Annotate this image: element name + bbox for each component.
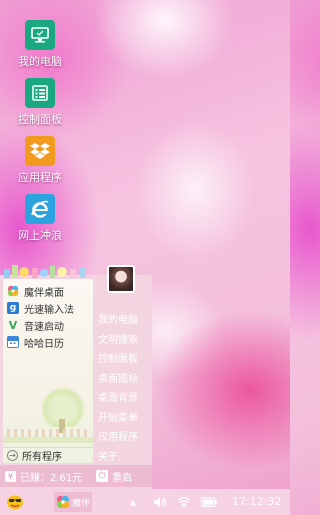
start-menu: 魔伴桌面 g 光速输入法 V 音速启动 哈哈日历 → 所有程序 我的电脑 文明搜… <box>0 265 152 489</box>
desktop-icon-label: 应用程序 <box>18 171 62 184</box>
ie-icon <box>25 194 55 224</box>
restart-label: 重启 <box>112 472 132 484</box>
list-icon <box>25 78 55 108</box>
desktop-icon-control-panel[interactable]: 控制面板 <box>0 78 80 127</box>
user-avatar[interactable] <box>107 265 135 293</box>
arrow-right-icon: → <box>7 450 18 461</box>
link-start-menu[interactable]: 开始菜单 <box>98 409 150 429</box>
tray-volume-icon[interactable] <box>153 489 167 515</box>
taskbar-app-moban[interactable]: 魔伴 <box>54 492 92 512</box>
app-item-label: 哈哈日历 <box>24 338 64 350</box>
calendar-icon <box>7 336 19 348</box>
earnings-label: 已赚：2.61元 <box>20 472 83 484</box>
desktop-icon-label: 网上冲浪 <box>18 229 62 242</box>
link-applications[interactable]: 应用程序 <box>98 428 150 448</box>
taskbar-clock: 17:12:32 <box>232 495 282 508</box>
restart-button[interactable]: ⏻ 重启 <box>96 469 132 484</box>
monitor-icon <box>25 20 55 50</box>
g-keyboard-icon: g <box>7 302 19 314</box>
link-control-panel[interactable]: 控制面板 <box>98 350 150 370</box>
desktop-icon-internet[interactable]: 网上冲浪 <box>0 194 80 243</box>
tray-wifi-icon[interactable] <box>177 489 191 515</box>
coin-icon: ¥ <box>5 470 16 482</box>
desktop-icon-my-computer[interactable]: 我的电脑 <box>0 20 80 69</box>
earnings[interactable]: ¥ 已赚：2.61元 <box>0 469 96 484</box>
taskbar: 魔伴 ▲ 17:12:32 <box>0 489 290 515</box>
app-item-sonic-launch[interactable]: V 音速启动 <box>7 317 64 333</box>
app-item-moban-desktop[interactable]: 魔伴桌面 <box>7 283 64 299</box>
app-item-label: 魔伴桌面 <box>24 287 64 299</box>
tray-expand-icon[interactable]: ▲ <box>130 489 136 515</box>
pinwheel-icon <box>7 285 19 297</box>
app-item-light-input[interactable]: g 光速输入法 <box>7 300 74 316</box>
pinwheel-icon <box>56 495 70 509</box>
link-my-computer[interactable]: 我的电脑 <box>98 311 150 331</box>
v-launch-icon: V <box>8 318 18 332</box>
dropbox-icon <box>25 136 55 166</box>
link-desktop-background[interactable]: 桌面背景 <box>98 389 150 409</box>
link-civil-search[interactable]: 文明搜索 <box>98 331 150 351</box>
app-item-label: 光速输入法 <box>24 304 74 316</box>
app-list-pane: 魔伴桌面 g 光速输入法 V 音速启动 哈哈日历 → 所有程序 <box>3 279 93 463</box>
link-desktop-icons[interactable]: 桌面图标 <box>98 370 150 390</box>
all-programs-button[interactable]: → 所有程序 <box>3 447 93 463</box>
start-button-smiley-icon[interactable] <box>6 494 24 510</box>
app-item-haha-calendar[interactable]: 哈哈日历 <box>7 334 64 350</box>
power-icon: ⏻ <box>96 470 108 482</box>
tray-battery-icon[interactable] <box>201 489 217 515</box>
decorative-grass <box>3 437 93 443</box>
all-programs-label: 所有程序 <box>22 452 62 463</box>
desktop-icon-label: 控制面板 <box>18 113 62 126</box>
app-item-label: 音速启动 <box>24 321 64 333</box>
desktop-icon-applications[interactable]: 应用程序 <box>0 136 80 185</box>
desktop-icon-label: 我的电脑 <box>18 55 62 68</box>
start-menu-footer: ¥ 已赚：2.61元 ⏻ 重启 <box>0 465 152 487</box>
taskbar-app-label: 魔伴 <box>72 498 91 509</box>
quick-links: 我的电脑 文明搜索 控制面板 桌面图标 桌面背景 开始菜单 应用程序 关于.. <box>98 311 150 467</box>
decoration-strip <box>4 265 86 278</box>
